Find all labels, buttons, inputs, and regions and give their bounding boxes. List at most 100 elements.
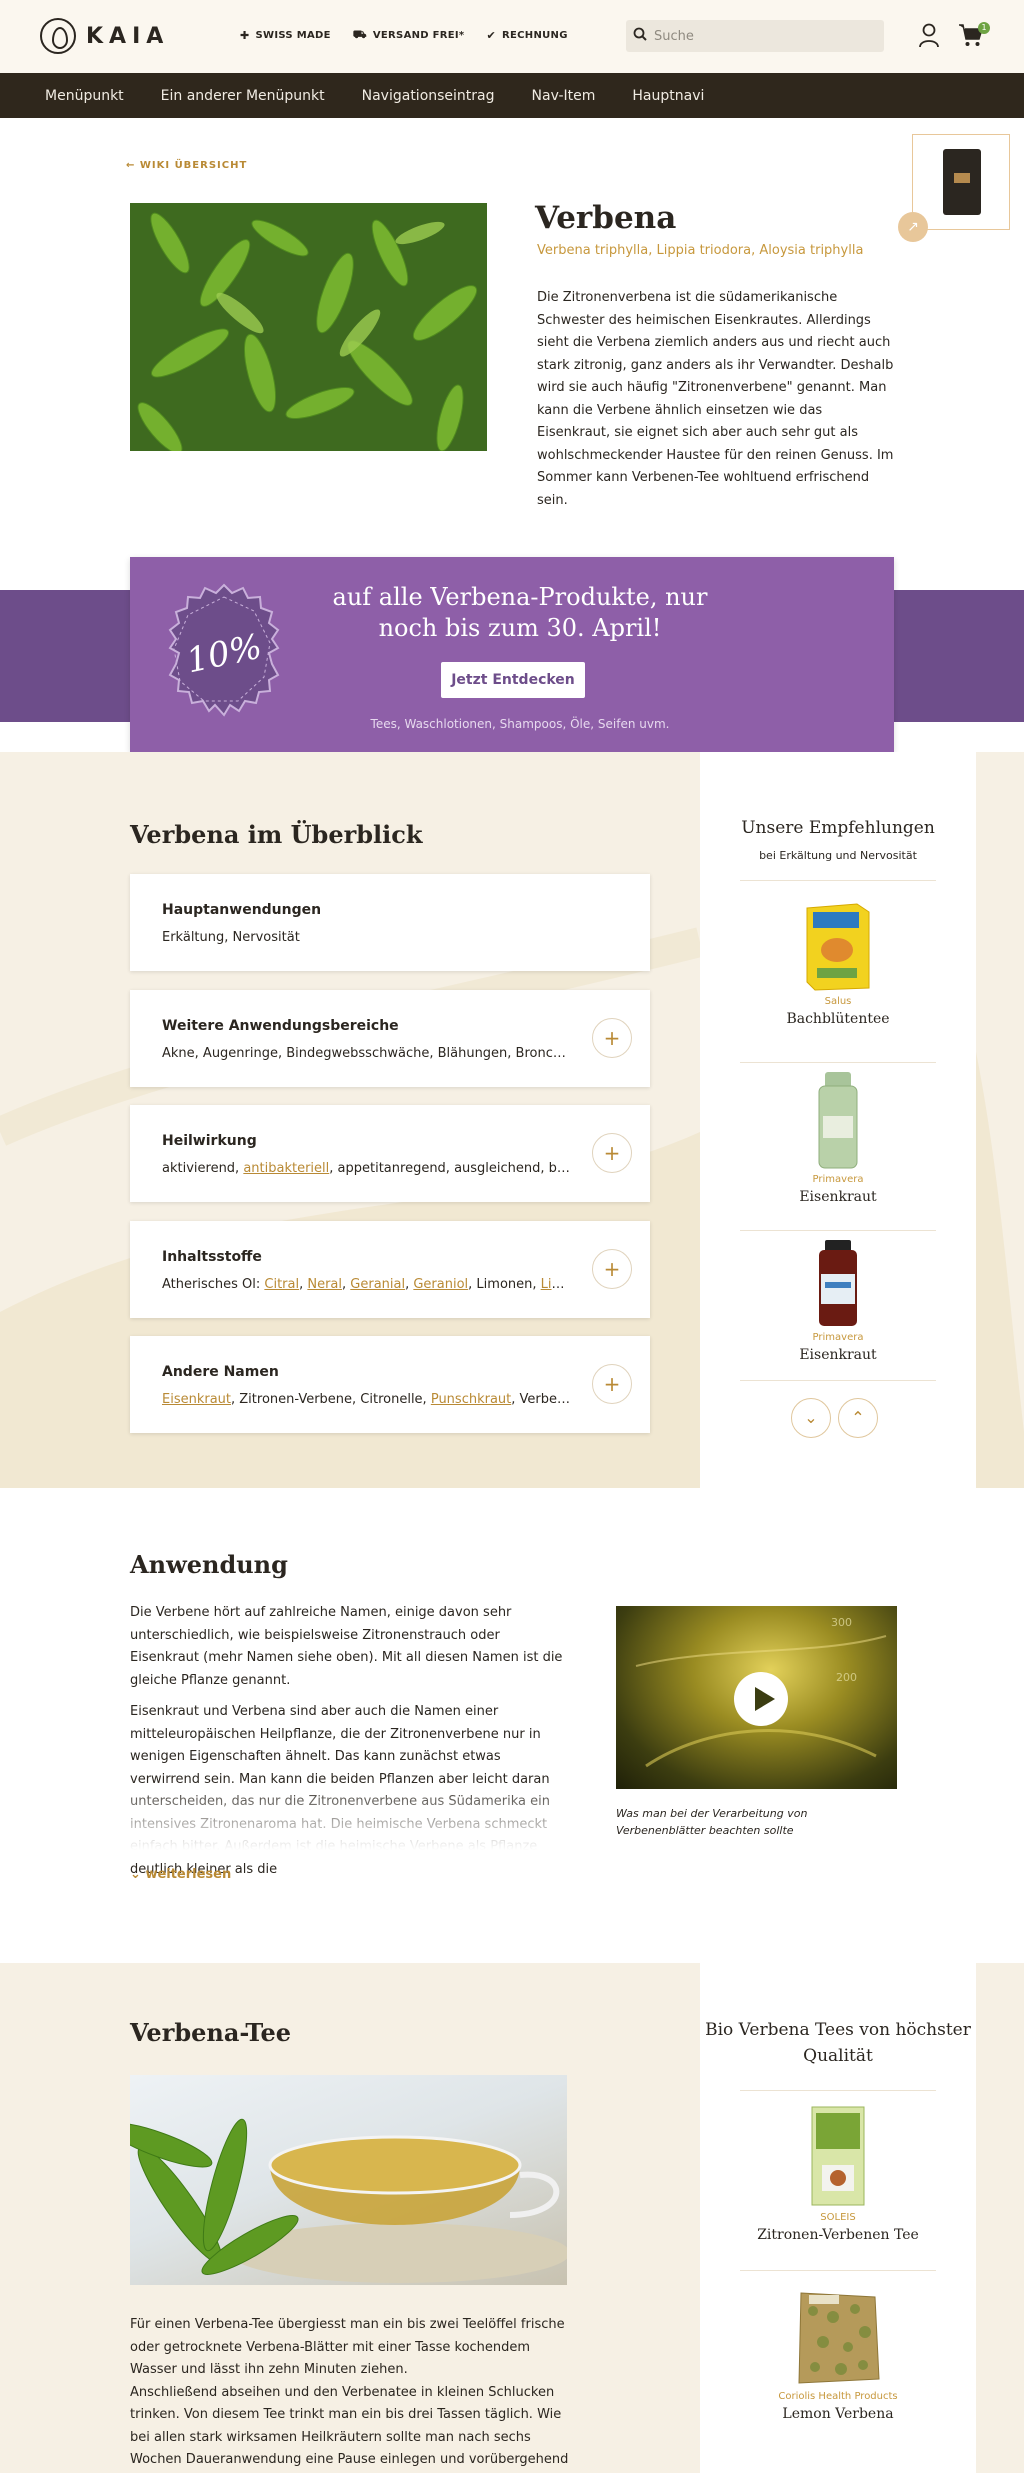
truck-icon: ⛟ (352, 28, 367, 41)
plus-icon[interactable]: + (592, 1249, 632, 1289)
card-text-segment: Akne, Augenringe, Bindegwebsschwäche, Bl… (162, 1046, 572, 1061)
product-name: Lemon Verbena (782, 2406, 894, 2422)
card-text-segment: Erkältung, Nervosität (162, 930, 300, 945)
recommendation-item[interactable]: Primavera Eisenkraut (730, 1238, 946, 1363)
search-box (626, 20, 884, 52)
read-more-label: weiterlesen (145, 1867, 232, 1882)
promo-headline: auf alle Verbena-Produkte, nur noch bis … (332, 583, 708, 642)
latin-names: Verbena triphylla, Lippia triodora, Aloy… (537, 243, 864, 258)
plus-square-icon: ✚ (240, 29, 250, 42)
promo-banner: 10% auf alle Verbena-Produkte, nur noch … (130, 557, 894, 752)
product-name: Eisenkraut (799, 1189, 877, 1205)
play-icon[interactable] (734, 1672, 788, 1726)
card-text-segment: , Limonen, (468, 1277, 541, 1292)
overview-title: Verbena im Überblick (130, 820, 423, 849)
promo-cta-button[interactable]: Jetzt Entdecken (441, 662, 585, 698)
tee-recommendations-title: Bio Verbena Tees von höchster Qualität (705, 2020, 971, 2066)
nav-item[interactable]: Ein anderer Menüpunkt (161, 88, 325, 104)
usp-swiss-made: ✚ SWISS MADE (240, 28, 331, 43)
page-title: Verbena (535, 200, 677, 236)
wiki-link[interactable]: Geranial (350, 1277, 405, 1292)
product-image (818, 1072, 858, 1169)
divider (740, 880, 936, 881)
nav-item[interactable]: Menüpunkt (45, 88, 124, 104)
intro-text: Die Zitronenverbena ist die südamerikani… (537, 290, 894, 508)
plus-icon[interactable]: + (592, 1133, 632, 1173)
site-header: KAIA ✚ SWISS MADE ⛟ VERSAND FREI* ✔ RECH… (0, 0, 1024, 73)
card-text-segment: , appetitanregend, ausgleichend, beleben… (329, 1161, 572, 1176)
wiki-link[interactable]: Neral (307, 1277, 342, 1292)
nav-item[interactable]: Nav-Item (532, 88, 596, 104)
tee-recommendations-panel: Bio Verbena Tees von höchster Qualität S… (700, 1963, 976, 2473)
overview-card-text: Erkältung, Nervosität (162, 930, 572, 945)
usp-label: RECHNUNG (502, 30, 568, 41)
card-text-segment: , Zitronen-Verbene, Citronelle, (231, 1392, 431, 1407)
chevron-up-icon[interactable]: ⌃ (838, 1398, 878, 1438)
overview-card[interactable]: Andere Namen Eisenkraut, Zitronen-Verbene… (130, 1336, 650, 1433)
user-icon[interactable] (918, 22, 940, 48)
recommendation-item[interactable]: SOLEIS Zitronen-Verbenen Tee (730, 2103, 946, 2243)
overview-card-text: aktivierend, antibakteriell, appetitanre… (162, 1161, 572, 1176)
search-icon[interactable] (626, 27, 654, 45)
wiki-link[interactable]: Geraniol (413, 1277, 468, 1292)
svg-text:300: 300 (831, 1616, 852, 1629)
recommendations-subtitle: bei Erkältung und Nervosität (759, 849, 917, 862)
overview-card[interactable]: Inhaltsstoffe Ätherisches Öl: Citral, Ner… (130, 1221, 650, 1318)
search-input[interactable] (654, 28, 874, 44)
wiki-link[interactable]: Citral (264, 1277, 299, 1292)
arrow-up-right-icon[interactable]: ↗ (898, 212, 928, 242)
recommendations-title: Unsere Empfehlungen (741, 818, 935, 838)
verbena-plant-image (130, 203, 487, 451)
divider (740, 1062, 936, 1063)
read-more-link[interactable]: ⌄ weiterlesen (130, 1867, 231, 1882)
overview-card-text: Eisenkraut, Zitronen-Verbene, Citronelle… (162, 1392, 572, 1407)
divider (740, 1380, 936, 1381)
overview-card-title: Weitere Anwendungsbereiche (162, 1018, 399, 1034)
overview-card: Hauptanwendungen Erkältung, Nervosität (130, 874, 650, 971)
check-icon: ✔ (486, 29, 496, 42)
wiki-link[interactable]: Eisenkraut (162, 1392, 231, 1407)
wiki-link[interactable]: Linalool (541, 1277, 572, 1292)
product-name: Bachblütentee (786, 1011, 890, 1027)
recommendation-item[interactable]: Salus Bachblütentee (730, 902, 946, 1027)
usp-label: SWISS MADE (255, 30, 331, 41)
card-text-segment: Ätherisches Öl: (162, 1277, 265, 1292)
recommendation-item[interactable]: Coriolis Health Products Lemon Verbena (730, 2287, 946, 2422)
plus-icon[interactable]: + (592, 1018, 632, 1058)
anwendung-title: Anwendung (130, 1550, 288, 1579)
tea-cup-image (130, 2075, 567, 2285)
promo-subtext: Tees, Waschlotionen, Shampoos, Öle, Seif… (370, 717, 670, 731)
logo-leaf-icon (40, 18, 76, 54)
usp-rechnung: ✔ RECHNUNG (486, 28, 567, 43)
video-caption: Was man bei der Verarbeitung von Verbene… (616, 1807, 808, 1837)
main-navigation: Menüpunkt Ein anderer Menüpunkt Navigati… (0, 73, 1024, 118)
svg-text:200: 200 (836, 1671, 857, 1684)
back-to-wiki-link[interactable]: ← WIKI ÜBERSICHT (126, 160, 247, 171)
overview-card-title: Andere Namen (162, 1364, 279, 1380)
product-image (798, 2292, 880, 2384)
wiki-link[interactable]: antibakteriell (243, 1161, 329, 1176)
cart-count-badge: 1 (978, 22, 990, 34)
video-player[interactable]: 300 200 (616, 1606, 897, 1789)
nav-item[interactable]: Navigationseintrag (362, 88, 495, 104)
anwendung-paragraph: Die Verbene hört auf zahlreiche Namen, e… (130, 1605, 563, 1688)
product-brand: SOLEIS (820, 2212, 856, 2223)
overview-card[interactable]: Heilwirkung aktivierend, antibakteriell, … (130, 1105, 650, 1202)
nav-item[interactable]: Hauptnavi (632, 88, 704, 104)
recommendations-panel: Unsere Empfehlungen bei Erkältung und Ne… (700, 752, 976, 1488)
logo[interactable]: KAIA (40, 18, 169, 54)
overview-card[interactable]: Weitere Anwendungsbereiche Akne, Augenrin… (130, 990, 650, 1087)
overview-card-title: Inhaltsstoffe (162, 1249, 262, 1265)
product-image (819, 1240, 857, 1326)
divider (740, 1230, 936, 1231)
usp-bar: ✚ SWISS MADE ⛟ VERSAND FREI* ✔ RECHNUNG (240, 28, 568, 43)
plus-icon[interactable]: + (592, 1364, 632, 1404)
floating-product-teaser[interactable] (912, 134, 1010, 230)
wiki-link[interactable]: Punschkraut (431, 1392, 511, 1407)
tee-text: Für einen Verbena-Tee übergiesst man ein… (130, 2317, 569, 2467)
chevron-down-icon: ⌄ (130, 1867, 141, 1882)
chevron-down-icon[interactable]: ⌄ (791, 1398, 831, 1438)
overview-card-title: Heilwirkung (162, 1133, 257, 1149)
product-image (811, 2106, 865, 2206)
recommendation-item[interactable]: Primavera Eisenkraut (730, 1070, 946, 1205)
